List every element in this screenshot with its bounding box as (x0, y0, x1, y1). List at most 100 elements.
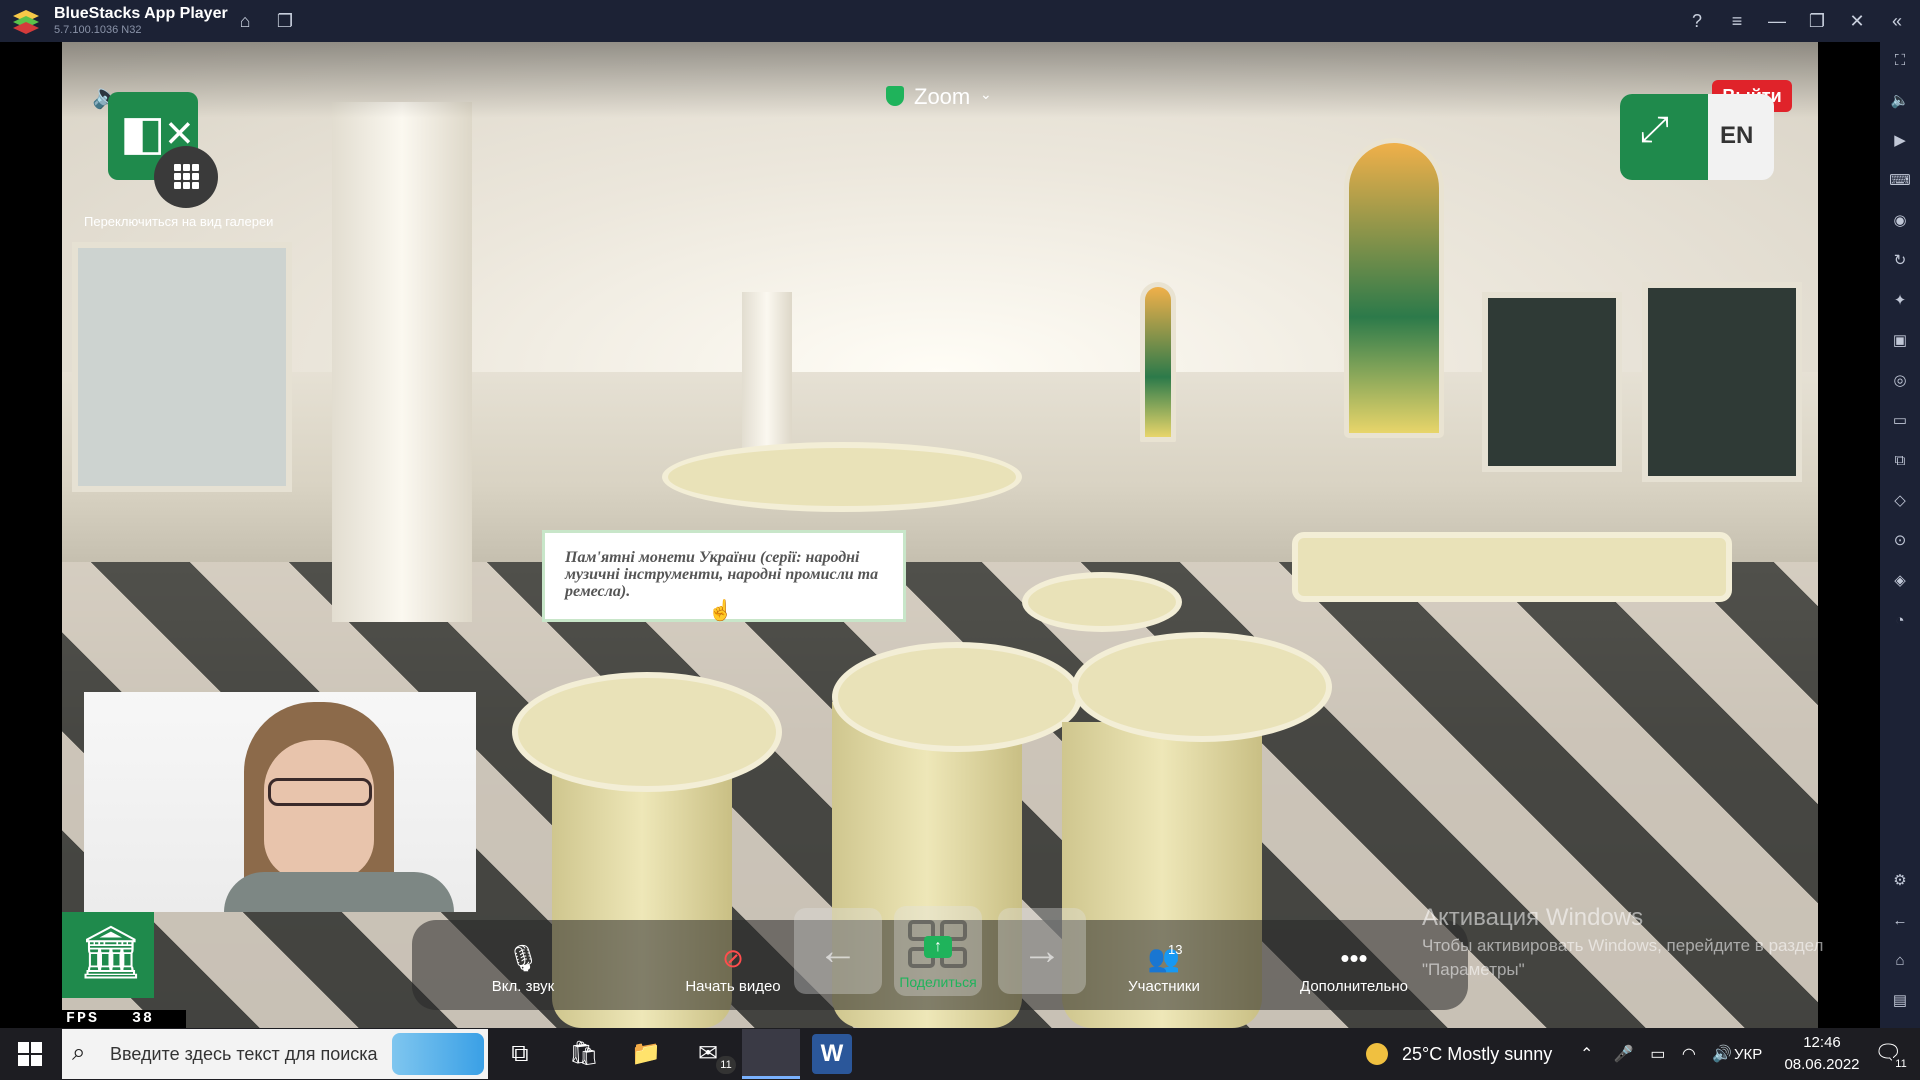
search-placeholder: Введите здесь текст для поиска (110, 1044, 378, 1064)
home-icon[interactable]: ⌂ (234, 10, 256, 32)
display-case (512, 672, 782, 792)
gamepad-icon[interactable]: ✦ (1889, 290, 1911, 312)
letterbox-right (1818, 42, 1880, 1028)
battery-icon[interactable]: ▭ (1650, 1046, 1665, 1063)
fps-value: 38 (132, 1010, 155, 1027)
bluestacks-taskbar-icon[interactable] (742, 1029, 800, 1079)
apk-icon[interactable]: ▣ (1889, 330, 1911, 352)
gallery-view-hint: Переключиться на вид галереи (84, 214, 274, 229)
app-titlebar: BlueStacks App Player 5.7.100.1036 N32 ⌂… (0, 0, 1920, 42)
display-case (662, 442, 1022, 512)
volume-icon[interactable]: 🔈 (1889, 90, 1911, 112)
toggle-fullscreen-button[interactable]: ⤢ (1620, 94, 1708, 180)
wifi-icon[interactable]: ◠ (1682, 1046, 1696, 1063)
activation-watermark-line2: "Параметры" (1422, 960, 1525, 979)
expand-arrows-icon: ⤢ (1640, 108, 1669, 149)
hand-cursor-icon: ☝ (708, 600, 733, 622)
store-icon[interactable]: 🛍 (564, 1034, 604, 1074)
mail-badge: 11 (716, 1056, 736, 1074)
notification-badge: 11 (1892, 1058, 1910, 1074)
participant-glasses (268, 778, 372, 806)
participant-face (264, 740, 374, 880)
stained-glass-window (1140, 282, 1176, 442)
folder-icon[interactable]: ▭ (1889, 410, 1911, 432)
share-screen-button[interactable]: ↑ Поделиться (894, 906, 982, 996)
recent-apps-icon[interactable]: ▤ (1889, 990, 1911, 1012)
museum-building-icon: 🏛 (78, 924, 145, 982)
record-icon[interactable]: ◉ (1889, 210, 1911, 232)
file-explorer-icon[interactable]: 📁 (626, 1034, 666, 1074)
museum-column (332, 102, 472, 622)
taskbar-search[interactable]: ⌕ Введите здесь текст для поиска (62, 1029, 488, 1079)
app-name: BlueStacks App Player (54, 5, 228, 22)
more-dots-icon: ••• (1340, 943, 1368, 973)
screenshot-icon[interactable]: ◎ (1889, 370, 1911, 392)
tray-chevron-icon[interactable]: ⌃ (1580, 1046, 1593, 1063)
erase-icon[interactable]: ◇ (1889, 490, 1911, 512)
android-home-icon[interactable]: ⌂ (1889, 950, 1911, 972)
language-label[interactable]: EN (1720, 122, 1753, 150)
rotate-icon[interactable]: ↻ (1889, 250, 1911, 272)
fps-label: FPS (66, 1010, 100, 1027)
minimize-icon[interactable]: — (1766, 10, 1788, 32)
exhibit-frame (1642, 282, 1802, 482)
participants-count: 13 (1168, 942, 1183, 957)
task-view-icon[interactable]: ⧉ (500, 1034, 540, 1074)
participant-video[interactable] (84, 692, 476, 912)
more-button[interactable]: ••• Дополнительно (1284, 920, 1424, 1010)
app-version: 5.7.100.1036 N32 (54, 24, 142, 36)
help-icon[interactable]: ? (1686, 10, 1708, 32)
keyboard-icon[interactable]: ⌨ (1889, 170, 1911, 192)
zoom-title[interactable]: Zoom (914, 84, 970, 110)
share-arrow-icon: ↑ (924, 936, 952, 958)
participant-body (224, 872, 454, 912)
fps-counter: FPS 38 (62, 1010, 186, 1028)
search-highlight-image (392, 1033, 484, 1075)
activation-watermark-line1: Чтобы активировать Windows, перейдите в … (1422, 936, 1824, 955)
multi-instance-icon[interactable]: ❐ (274, 10, 296, 32)
mic-muted-icon: 🎙 (506, 943, 540, 973)
volume-tray-icon[interactable]: 🔊 (1712, 1046, 1732, 1063)
layers-icon[interactable]: ◈ (1889, 570, 1911, 592)
chevron-down-icon[interactable]: ⌄ (980, 86, 992, 103)
clock-time[interactable]: 12:46 (1792, 1034, 1852, 1051)
stained-glass-window (1344, 138, 1444, 438)
clock-date[interactable]: 08.06.2022 (1780, 1056, 1864, 1073)
close-icon[interactable]: ✕ (1846, 10, 1868, 32)
exhibit-frame (72, 242, 292, 492)
back-icon[interactable]: ← (1889, 910, 1911, 932)
unmute-label: Вкл. звук (491, 978, 555, 995)
participants-button[interactable]: 👥 Участники (1104, 920, 1224, 1010)
bluestacks-sidebar: ⛶ 🔈 ▶ ⌨ ◉ ↻ ✦ ▣ ◎ ▭ ⧉ ◇ ⊙ ◈ ◔ ⚙ ← ⌂ ▤ (1880, 42, 1920, 1028)
unmute-button[interactable]: 🎙 Вкл. звук (468, 920, 578, 1010)
media-icon[interactable]: ▶ (1889, 130, 1911, 152)
display-case (1022, 572, 1182, 632)
keyboard-language[interactable]: УКР (1734, 1046, 1762, 1063)
participants-label: Участники (1128, 978, 1200, 995)
encryption-shield-icon[interactable] (886, 86, 904, 106)
eco-mode-icon[interactable]: ◔ (1889, 610, 1911, 632)
tour-next-button[interactable]: → (998, 908, 1086, 994)
fullscreen-icon[interactable]: ⛶ (1889, 50, 1911, 72)
gallery-view-button[interactable] (154, 146, 218, 208)
menu-icon[interactable]: ≡ (1726, 10, 1748, 32)
museum-logo[interactable]: 🏛 (62, 912, 154, 998)
tour-prev-button[interactable]: ← (794, 908, 882, 994)
display-case (1292, 532, 1732, 602)
copy-icon[interactable]: ⧉ (1889, 450, 1911, 472)
location-icon[interactable]: ⊙ (1889, 530, 1911, 552)
system-tray[interactable]: ⌃ 🎤 ▭ ◠ 🔊 (1580, 1044, 1732, 1064)
start-video-label: Начать видео (685, 978, 781, 995)
restore-icon[interactable]: ❐ (1806, 10, 1828, 32)
windows-start-icon[interactable] (18, 1042, 42, 1066)
start-video-button[interactable]: ⊘ Начать видео (668, 920, 798, 1010)
grid-icon (174, 164, 200, 190)
bluestacks-logo-icon (12, 8, 40, 34)
weather-text[interactable]: 25°C Mostly sunny (1402, 1044, 1552, 1065)
settings-icon[interactable]: ⚙ (1889, 870, 1911, 892)
more-label: Дополнительно (1300, 978, 1408, 995)
word-icon[interactable]: W (812, 1034, 852, 1074)
display-case (1072, 632, 1332, 742)
microphone-icon[interactable]: 🎤 (1614, 1046, 1634, 1063)
collapse-sidebar-icon[interactable]: « (1886, 10, 1908, 32)
